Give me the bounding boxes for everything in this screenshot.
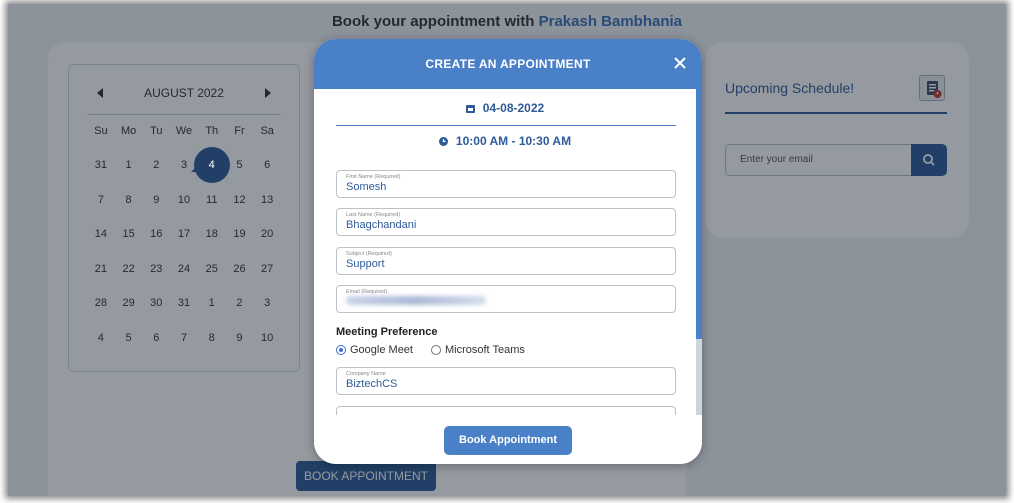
date-divider — [336, 125, 676, 126]
create-appointment-modal: CREATE AN APPOINTMENT 04-08-2022 10:00 A… — [314, 39, 702, 464]
submit-appointment-button[interactable]: Book Appointment — [444, 426, 572, 455]
company-name-field[interactable]: Company Name BiztechCS — [336, 367, 676, 395]
calendar-icon — [465, 105, 475, 113]
calendar-day-label: 4 — [208, 159, 215, 171]
appointment-date: 04-08-2022 — [314, 101, 696, 115]
app-frame: Book your appointment with Prakash Bambh… — [8, 4, 1006, 496]
modal-header: CREATE AN APPOINTMENT — [314, 39, 702, 89]
field-label: First Name (Required) — [346, 174, 401, 180]
subject-field[interactable]: Subject (Required) Support — [336, 247, 676, 275]
field-value: Somesh — [346, 181, 387, 193]
field-label: Email (Required) — [346, 289, 388, 295]
appointment-time: 10:00 AM - 10:30 AM — [314, 134, 696, 148]
field-label: Company Name — [346, 371, 386, 377]
email-field[interactable]: Email (Required) — [336, 285, 676, 313]
next-field[interactable] — [336, 406, 676, 415]
microsoft-teams-label: Microsoft Teams — [444, 344, 525, 356]
meeting-preference-title: Meeting Preference — [336, 326, 438, 338]
field-value: BiztechCS — [346, 378, 398, 390]
appointment-time-value: 10:00 AM - 10:30 AM — [455, 134, 572, 148]
google-meet-radio[interactable] — [336, 345, 346, 355]
first-name-field[interactable]: First Name (Required) Somesh — [336, 170, 676, 198]
clock-icon — [438, 137, 448, 146]
appointment-date-value: 04-08-2022 — [482, 101, 545, 115]
microsoft-teams-radio[interactable] — [430, 345, 441, 355]
modal-title: CREATE AN APPOINTMENT — [425, 57, 591, 71]
field-value: Bhagchandani — [346, 219, 417, 231]
modal-footer: Book Appointment — [314, 415, 702, 464]
field-value: Support — [346, 258, 385, 270]
modal-body: 04-08-2022 10:00 AM - 10:30 AM First Nam… — [314, 89, 702, 415]
field-label: Last Name (Required) — [346, 212, 401, 218]
google-meet-label: Google Meet — [350, 344, 413, 356]
modal-scrollbar[interactable] — [696, 89, 702, 415]
meeting-preference-options: Google Meet Microsoft Teams — [336, 344, 543, 356]
modal-scrollbar-thumb[interactable] — [696, 89, 702, 339]
field-label: Subject (Required) — [346, 251, 392, 257]
blurred-email-value — [346, 296, 486, 305]
close-icon[interactable] — [672, 55, 688, 71]
last-name-field[interactable]: Last Name (Required) Bhagchandani — [336, 208, 676, 236]
